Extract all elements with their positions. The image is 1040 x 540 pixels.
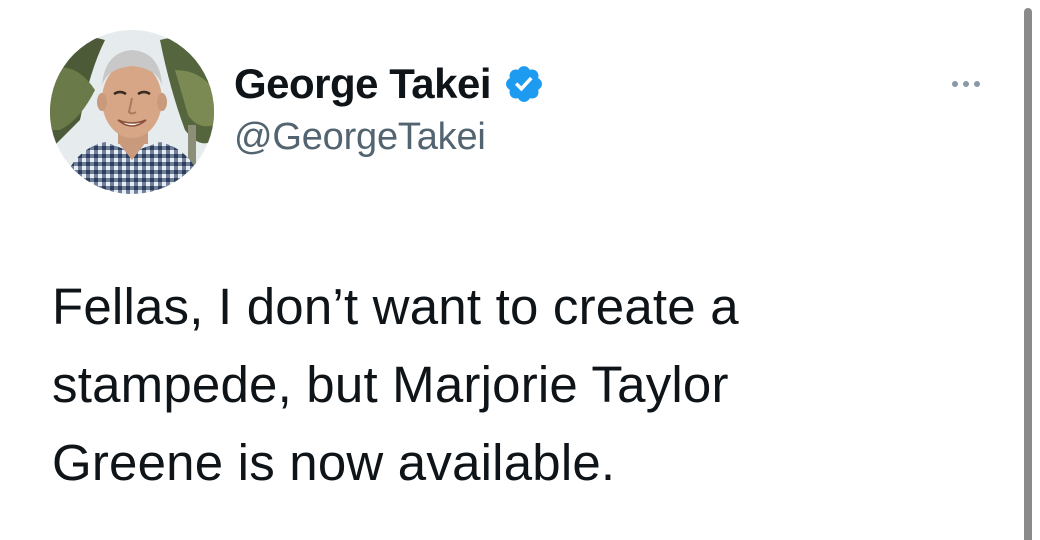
tweet-card: George Takei @GeorgeTakei Fellas, I don’… [0,0,1040,540]
author-name-row: George Takei [234,56,545,112]
tweet-text: Fellas, I don’t want to create a stamped… [52,278,739,491]
more-dot [952,81,958,87]
verified-badge-icon [503,63,545,105]
more-dot [974,81,980,87]
author-handle[interactable]: @GeorgeTakei [234,118,545,156]
display-name[interactable]: George Takei [234,63,492,105]
avatar[interactable] [50,30,214,194]
tweet-author: George Takei @GeorgeTakei [234,56,545,156]
avatar-image [50,30,214,194]
more-dot [963,81,969,87]
scrollbar-thumb[interactable] [1024,8,1032,540]
more-options-icon[interactable] [944,72,988,96]
